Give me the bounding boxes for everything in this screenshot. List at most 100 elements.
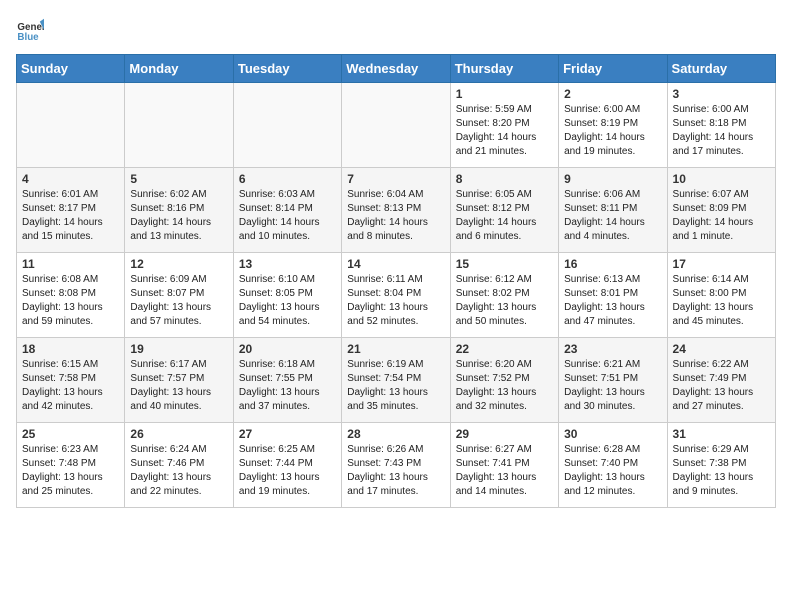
day-info: Sunrise: 6:24 AM Sunset: 7:46 PM Dayligh… <box>130 443 227 499</box>
calendar-cell: 6 Sunrise: 6:03 AM Sunset: 8:14 PM Daylig… <box>233 168 341 253</box>
day-number: 24 <box>673 342 770 356</box>
day-number: 18 <box>22 342 119 356</box>
day-number: 23 <box>564 342 661 356</box>
day-header-thursday: Thursday <box>450 55 558 83</box>
day-number: 28 <box>347 427 444 441</box>
calendar-cell: 20 Sunrise: 6:18 AM Sunset: 7:55 PM Dayli… <box>233 338 341 423</box>
day-info: Sunrise: 6:14 AM Sunset: 8:00 PM Dayligh… <box>673 273 770 329</box>
calendar-cell: 16 Sunrise: 6:13 AM Sunset: 8:01 PM Dayli… <box>559 253 667 338</box>
day-number: 1 <box>456 87 553 101</box>
calendar-cell <box>125 83 233 168</box>
day-info: Sunrise: 6:29 AM Sunset: 7:38 PM Dayligh… <box>673 443 770 499</box>
calendar-cell: 9 Sunrise: 6:06 AM Sunset: 8:11 PM Daylig… <box>559 168 667 253</box>
day-number: 19 <box>130 342 227 356</box>
day-info: Sunrise: 6:15 AM Sunset: 7:58 PM Dayligh… <box>22 358 119 414</box>
day-number: 14 <box>347 257 444 271</box>
day-info: Sunrise: 6:23 AM Sunset: 7:48 PM Dayligh… <box>22 443 119 499</box>
day-info: Sunrise: 6:18 AM Sunset: 7:55 PM Dayligh… <box>239 358 336 414</box>
day-info: Sunrise: 6:09 AM Sunset: 8:07 PM Dayligh… <box>130 273 227 329</box>
calendar-cell: 22 Sunrise: 6:20 AM Sunset: 7:52 PM Dayli… <box>450 338 558 423</box>
calendar-cell <box>17 83 125 168</box>
day-number: 22 <box>456 342 553 356</box>
day-info: Sunrise: 6:11 AM Sunset: 8:04 PM Dayligh… <box>347 273 444 329</box>
day-number: 13 <box>239 257 336 271</box>
day-info: Sunrise: 6:06 AM Sunset: 8:11 PM Dayligh… <box>564 188 661 244</box>
calendar-cell: 2Sunrise: 6:00 AM Sunset: 8:19 PM Daylig… <box>559 83 667 168</box>
calendar-cell: 12 Sunrise: 6:09 AM Sunset: 8:07 PM Dayli… <box>125 253 233 338</box>
day-info: Sunrise: 6:19 AM Sunset: 7:54 PM Dayligh… <box>347 358 444 414</box>
calendar-cell: 31 Sunrise: 6:29 AM Sunset: 7:38 PM Dayli… <box>667 423 775 508</box>
calendar-cell: 8 Sunrise: 6:05 AM Sunset: 8:12 PM Daylig… <box>450 168 558 253</box>
calendar-cell: 28 Sunrise: 6:26 AM Sunset: 7:43 PM Dayli… <box>342 423 450 508</box>
calendar-cell: 1 Sunrise: 5:59 AM Sunset: 8:20 PM Daylig… <box>450 83 558 168</box>
calendar-cell: 24 Sunrise: 6:22 AM Sunset: 7:49 PM Dayli… <box>667 338 775 423</box>
day-number: 27 <box>239 427 336 441</box>
day-number: 21 <box>347 342 444 356</box>
calendar-cell: 25 Sunrise: 6:23 AM Sunset: 7:48 PM Dayli… <box>17 423 125 508</box>
calendar-cell: 7Sunrise: 6:04 AM Sunset: 8:13 PM Daylig… <box>342 168 450 253</box>
calendar-cell: 17 Sunrise: 6:14 AM Sunset: 8:00 PM Dayli… <box>667 253 775 338</box>
day-number: 30 <box>564 427 661 441</box>
day-info: Sunrise: 6:07 AM Sunset: 8:09 PM Dayligh… <box>673 188 770 244</box>
calendar-cell: 29Sunrise: 6:27 AM Sunset: 7:41 PM Dayli… <box>450 423 558 508</box>
day-info: Sunrise: 6:10 AM Sunset: 8:05 PM Dayligh… <box>239 273 336 329</box>
header: General Blue <box>16 16 776 44</box>
day-info: Sunrise: 6:20 AM Sunset: 7:52 PM Dayligh… <box>456 358 553 414</box>
day-number: 29 <box>456 427 553 441</box>
calendar-header-row: SundayMondayTuesdayWednesdayThursdayFrid… <box>17 55 776 83</box>
day-info: Sunrise: 6:28 AM Sunset: 7:40 PM Dayligh… <box>564 443 661 499</box>
day-info: Sunrise: 5:59 AM Sunset: 8:20 PM Dayligh… <box>456 103 553 159</box>
calendar-week-row: 1 Sunrise: 5:59 AM Sunset: 8:20 PM Daylig… <box>17 83 776 168</box>
day-info: Sunrise: 6:26 AM Sunset: 7:43 PM Dayligh… <box>347 443 444 499</box>
day-number: 4 <box>22 172 119 186</box>
day-number: 25 <box>22 427 119 441</box>
day-number: 12 <box>130 257 227 271</box>
day-info: Sunrise: 6:25 AM Sunset: 7:44 PM Dayligh… <box>239 443 336 499</box>
day-number: 3 <box>673 87 770 101</box>
calendar-cell: 23Sunrise: 6:21 AM Sunset: 7:51 PM Dayli… <box>559 338 667 423</box>
day-number: 6 <box>239 172 336 186</box>
calendar-cell: 30 Sunrise: 6:28 AM Sunset: 7:40 PM Dayli… <box>559 423 667 508</box>
day-info: Sunrise: 6:17 AM Sunset: 7:57 PM Dayligh… <box>130 358 227 414</box>
calendar-cell: 15Sunrise: 6:12 AM Sunset: 8:02 PM Dayli… <box>450 253 558 338</box>
day-info: Sunrise: 6:00 AM Sunset: 8:19 PM Dayligh… <box>564 103 661 159</box>
calendar-cell: 13 Sunrise: 6:10 AM Sunset: 8:05 PM Dayli… <box>233 253 341 338</box>
day-info: Sunrise: 6:03 AM Sunset: 8:14 PM Dayligh… <box>239 188 336 244</box>
day-number: 8 <box>456 172 553 186</box>
day-number: 16 <box>564 257 661 271</box>
svg-text:Blue: Blue <box>17 32 39 43</box>
day-number: 17 <box>673 257 770 271</box>
day-header-sunday: Sunday <box>17 55 125 83</box>
day-number: 31 <box>673 427 770 441</box>
calendar-cell: 11 Sunrise: 6:08 AM Sunset: 8:08 PM Dayli… <box>17 253 125 338</box>
calendar-cell: 3 Sunrise: 6:00 AM Sunset: 8:18 PM Daylig… <box>667 83 775 168</box>
calendar-cell: 27 Sunrise: 6:25 AM Sunset: 7:44 PM Dayli… <box>233 423 341 508</box>
calendar-cell: 19 Sunrise: 6:17 AM Sunset: 7:57 PM Dayli… <box>125 338 233 423</box>
day-header-wednesday: Wednesday <box>342 55 450 83</box>
day-number: 11 <box>22 257 119 271</box>
day-number: 26 <box>130 427 227 441</box>
calendar-cell <box>233 83 341 168</box>
day-info: Sunrise: 6:00 AM Sunset: 8:18 PM Dayligh… <box>673 103 770 159</box>
calendar-cell <box>342 83 450 168</box>
calendar-cell: 10 Sunrise: 6:07 AM Sunset: 8:09 PM Dayli… <box>667 168 775 253</box>
day-info: Sunrise: 6:08 AM Sunset: 8:08 PM Dayligh… <box>22 273 119 329</box>
calendar-week-row: 11 Sunrise: 6:08 AM Sunset: 8:08 PM Dayli… <box>17 253 776 338</box>
day-number: 20 <box>239 342 336 356</box>
day-header-tuesday: Tuesday <box>233 55 341 83</box>
calendar-week-row: 25 Sunrise: 6:23 AM Sunset: 7:48 PM Dayli… <box>17 423 776 508</box>
day-number: 9 <box>564 172 661 186</box>
day-number: 5 <box>130 172 227 186</box>
day-number: 10 <box>673 172 770 186</box>
day-number: 7 <box>347 172 444 186</box>
day-info: Sunrise: 6:13 AM Sunset: 8:01 PM Dayligh… <box>564 273 661 329</box>
calendar-week-row: 4Sunrise: 6:01 AM Sunset: 8:17 PM Daylig… <box>17 168 776 253</box>
day-info: Sunrise: 6:22 AM Sunset: 7:49 PM Dayligh… <box>673 358 770 414</box>
calendar-cell: 21 Sunrise: 6:19 AM Sunset: 7:54 PM Dayli… <box>342 338 450 423</box>
day-info: Sunrise: 6:05 AM Sunset: 8:12 PM Dayligh… <box>456 188 553 244</box>
calendar-cell: 26 Sunrise: 6:24 AM Sunset: 7:46 PM Dayli… <box>125 423 233 508</box>
day-number: 15 <box>456 257 553 271</box>
calendar-table: SundayMondayTuesdayWednesdayThursdayFrid… <box>16 54 776 508</box>
calendar-cell: 14 Sunrise: 6:11 AM Sunset: 8:04 PM Dayli… <box>342 253 450 338</box>
day-header-friday: Friday <box>559 55 667 83</box>
